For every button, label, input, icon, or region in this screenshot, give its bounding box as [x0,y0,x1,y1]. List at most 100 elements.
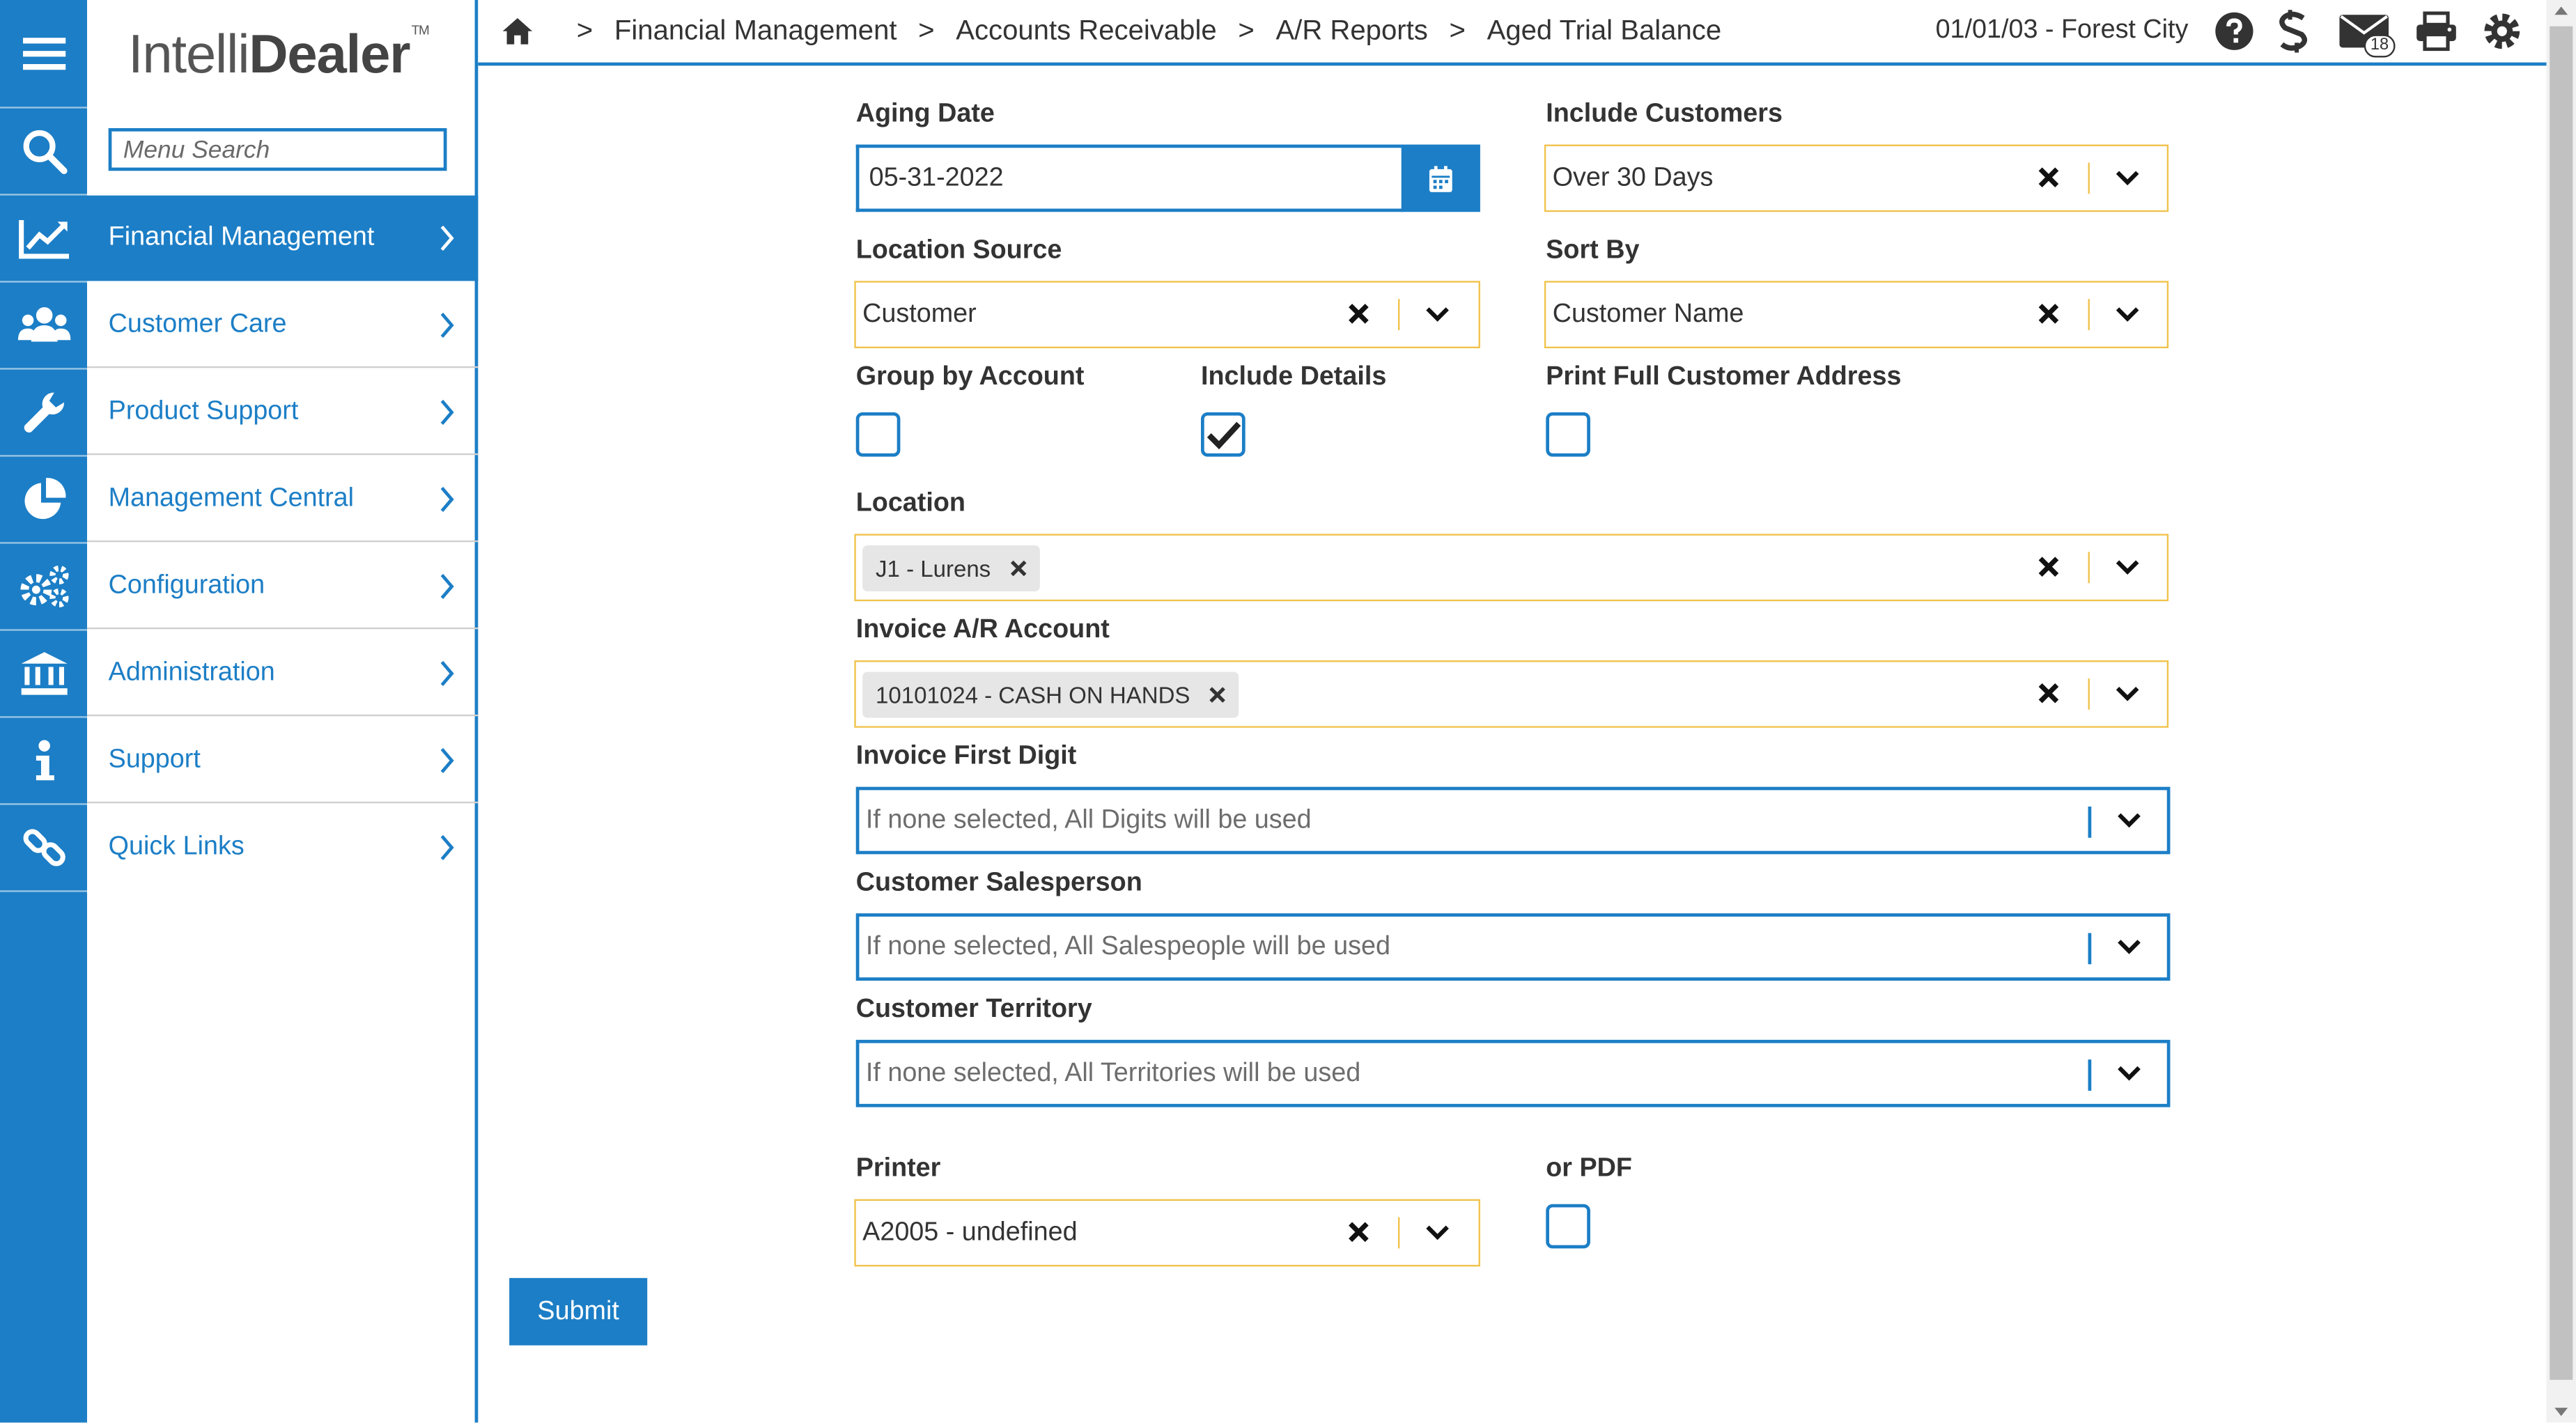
sidebar-item-administration[interactable]: Administration [86,631,479,717]
chevron-down-icon[interactable] [1425,306,1451,324]
breadcrumb-separator: > [1238,15,1255,47]
chevron-down-icon[interactable] [1425,1224,1451,1242]
rail-customer-care[interactable] [0,283,87,370]
include-customers-select[interactable]: Over 30 Days [1544,144,2169,212]
chevron-right-icon [440,312,454,339]
wrench-icon [23,392,63,433]
rail-quick-links[interactable] [0,805,87,892]
location-source-select[interactable]: Customer [854,281,1480,348]
select-divider [2088,1059,2092,1091]
include-details-checkbox[interactable] [1200,412,1246,457]
location-multiselect[interactable]: J1 - Lurens [854,534,2169,602]
group-by-account-checkbox[interactable] [855,412,901,457]
or-pdf-checkbox[interactable] [1546,1204,1590,1249]
sort-by-select[interactable]: Customer Name [1544,281,2169,348]
submit-button[interactable]: Submit [509,1277,648,1346]
breadcrumb-separator: > [918,15,935,47]
chevron-down-icon[interactable] [2116,811,2143,830]
print-button[interactable] [2415,11,2458,52]
rail-configuration[interactable] [0,544,87,631]
select-divider [1397,1217,1400,1249]
sidebar-item-quick-links[interactable]: Quick Links [87,805,478,891]
link-icon [22,829,65,866]
sidebar-item-product-support[interactable]: Product Support [86,370,479,456]
rail-management-central[interactable] [0,457,87,544]
breadcrumb-current: Aged Trial Balance [1487,15,1722,47]
sidebar-item-support[interactable]: Support [86,718,479,804]
chevron-down-icon[interactable] [2114,306,2141,324]
print-full-address-checkbox[interactable] [1546,412,1590,457]
chevron-down-icon[interactable] [2114,559,2141,577]
checkmark-icon [1206,421,1241,449]
chevron-down-icon[interactable] [2114,169,2141,187]
sidebar-item-financial-management[interactable]: Financial Management [86,195,479,281]
customer-salesperson-placeholder: If none selected, All Salespeople will b… [865,932,1390,961]
dollar-button[interactable] [2277,10,2310,53]
clear-icon[interactable] [2037,555,2060,578]
vertical-scrollbar[interactable] [2546,0,2576,1423]
select-divider [2088,552,2090,584]
customer-salesperson-label: Customer Salesperson [855,869,1142,897]
info-icon [35,740,54,781]
rail-financial-management[interactable] [0,196,87,283]
aging-date-value: 05-31-2022 [869,163,1004,192]
print-icon [2416,11,2456,52]
close-icon [1210,686,1226,702]
settings-button[interactable] [2481,10,2523,52]
sidebar-item-label: Support [108,745,201,773]
clear-icon[interactable] [2037,166,2060,189]
context-label[interactable]: 01/01/03 - Forest City [1936,17,2189,46]
help-button[interactable] [2214,12,2254,52]
customer-territory-label: Customer Territory [855,995,1092,1024]
home-icon [502,17,533,45]
clear-icon[interactable] [1347,302,1370,325]
include-customers-value: Over 30 Days [1552,163,1714,192]
clear-icon[interactable] [2037,302,2060,325]
location-chip: J1 - Lurens [862,544,1040,591]
printer-label: Printer [855,1154,941,1183]
search-icon [22,130,67,174]
invoice-ar-account-multiselect[interactable]: 10101024 - CASH ON HANDS [854,660,2169,728]
include-customers-label: Include Customers [1546,100,1783,128]
sidebar-item-configuration[interactable]: Configuration [86,544,479,630]
menu-search-input[interactable] [108,127,447,171]
chevron-down-icon[interactable] [2116,1064,2143,1082]
invoice-first-digit-select[interactable]: If none selected, All Digits will be use… [855,786,2171,855]
search-button[interactable] [0,109,87,196]
users-icon [17,307,70,342]
printer-value: A2005 - undefined [862,1218,1078,1246]
chart-line-icon [17,220,68,259]
brand-logo: IntelliDealer TM [127,23,430,84]
clear-icon[interactable] [1347,1220,1370,1243]
chip-remove-button[interactable] [1011,559,1027,576]
rail-support[interactable] [0,718,87,805]
chevron-down-icon[interactable] [2114,685,2141,703]
sidebar-item-customer-care[interactable]: Customer Care [86,283,479,368]
scrollbar-thumb[interactable] [2550,26,2573,1381]
customer-territory-select[interactable]: If none selected, All Territories will b… [855,1039,2171,1107]
chip-remove-button[interactable] [1210,686,1227,703]
scroll-down-arrow[interactable] [2554,1408,2568,1416]
rail-product-support[interactable] [0,370,87,457]
customer-salesperson-select[interactable]: If none selected, All Salespeople will b… [855,913,2171,981]
printer-select[interactable]: A2005 - undefined [854,1199,1480,1267]
sidebar-item-management-central[interactable]: Management Central [86,457,479,543]
rail-administration[interactable] [0,631,87,718]
aging-date-input[interactable]: 05-31-2022 [855,144,1404,212]
sidebar-item-label: Configuration [108,570,265,599]
scroll-up-arrow[interactable] [2554,6,2568,15]
breadcrumb-item[interactable]: Accounts Receivable [956,15,1216,47]
mail-button[interactable]: 18 [2339,13,2396,58]
breadcrumb-item[interactable]: Financial Management [614,15,897,47]
home-button[interactable] [501,17,534,46]
header-tools: 01/01/03 - Forest City 18 [1936,0,2524,63]
sidebar-item-label: Administration [108,658,275,686]
hamburger-menu-button[interactable] [0,0,87,109]
select-divider [2088,162,2090,194]
breadcrumb-item[interactable]: A/R Reports [1275,15,1427,47]
chevron-right-icon [440,225,454,251]
chevron-right-icon [440,747,454,773]
chevron-down-icon[interactable] [2116,938,2143,956]
calendar-button[interactable] [1401,144,1480,212]
clear-icon[interactable] [2037,682,2060,705]
